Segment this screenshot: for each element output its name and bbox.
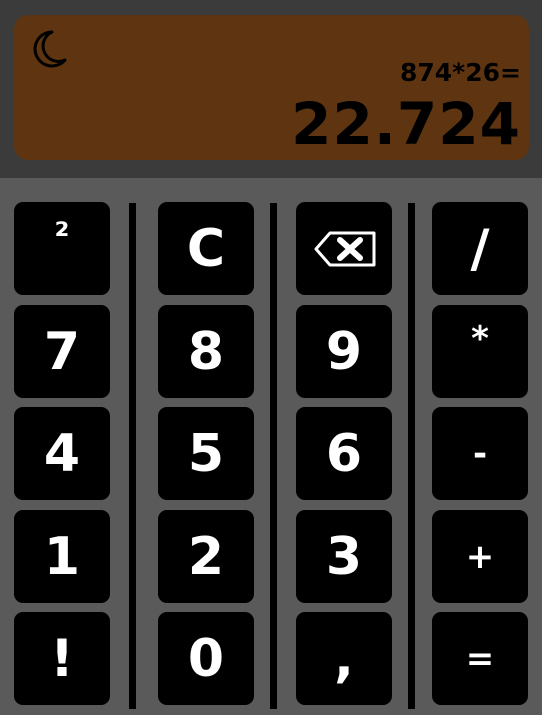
expression-text: 874*26= — [400, 58, 521, 87]
backspace-button[interactable] — [296, 202, 392, 295]
square-button[interactable]: ² — [14, 202, 110, 295]
column-divider — [270, 203, 277, 709]
minus-button[interactable]: - — [432, 407, 528, 500]
digit-1-button[interactable]: 1 — [14, 510, 110, 603]
clear-button[interactable]: C — [158, 202, 254, 295]
digit-2-button[interactable]: 2 — [158, 510, 254, 603]
divide-button[interactable]: / — [432, 202, 528, 295]
equals-button[interactable]: = — [432, 612, 528, 705]
digit-3-button[interactable]: 3 — [296, 510, 392, 603]
digit-9-button[interactable]: 9 — [296, 305, 392, 398]
plus-button[interactable]: + — [432, 510, 528, 603]
digit-4-button[interactable]: 4 — [14, 407, 110, 500]
column-divider — [408, 203, 415, 709]
decimal-button[interactable]: , — [296, 612, 392, 705]
digit-0-button[interactable]: 0 — [158, 612, 254, 705]
result-text: 22.724 — [291, 90, 521, 158]
column-divider — [129, 203, 136, 709]
digit-8-button[interactable]: 8 — [158, 305, 254, 398]
digit-5-button[interactable]: 5 — [158, 407, 254, 500]
display-area: 874*26= 22.724 — [0, 0, 542, 178]
moon-icon[interactable] — [26, 27, 70, 71]
calculator-app: 874*26= 22.724 ² C / 7 8 9 * 4 5 6 - 1 2… — [0, 0, 542, 715]
digit-6-button[interactable]: 6 — [296, 407, 392, 500]
display-panel: 874*26= 22.724 — [14, 15, 529, 160]
factorial-button[interactable]: ! — [14, 612, 110, 705]
keypad: ² C / 7 8 9 * 4 5 6 - 1 2 3 + ! 0 , = — [0, 178, 542, 715]
backspace-icon — [314, 231, 376, 266]
multiply-button[interactable]: * — [432, 305, 528, 398]
digit-7-button[interactable]: 7 — [14, 305, 110, 398]
